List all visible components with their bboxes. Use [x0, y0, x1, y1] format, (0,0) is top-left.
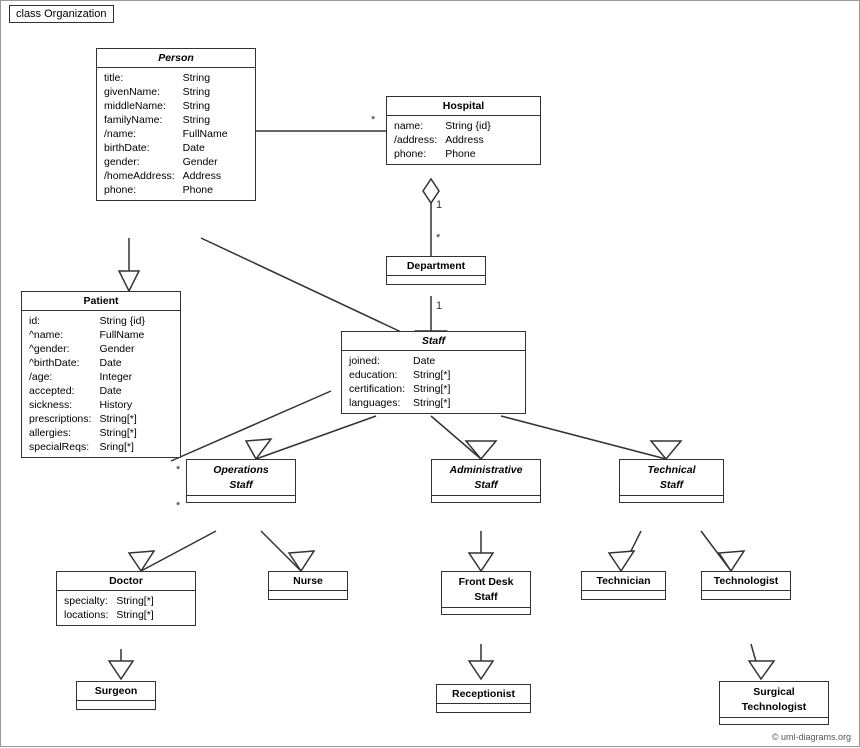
surgeon-header: Surgeon: [77, 682, 155, 701]
operations-staff-class: OperationsStaff: [186, 459, 296, 503]
technologist-class: Technologist: [701, 571, 791, 600]
administrative-staff-header: AdministrativeStaff: [432, 460, 540, 496]
doctor-body: specialty:String[*] locations:String[*]: [57, 591, 195, 625]
patient-body: id:String {id} ^name:FullName ^gender:Ge…: [22, 311, 180, 457]
patient-class: Patient id:String {id} ^name:FullName ^g…: [21, 291, 181, 458]
nurse-header: Nurse: [269, 572, 347, 591]
person-class: Person title:String givenName:String mid…: [96, 48, 256, 201]
doctor-header: Doctor: [57, 572, 195, 591]
technical-staff-class: TechnicalStaff: [619, 459, 724, 503]
department-header: Department: [387, 257, 485, 276]
front-desk-staff-class: Front DeskStaff: [441, 571, 531, 615]
person-body: title:String givenName:String middleName…: [97, 68, 255, 200]
svg-text:*: *: [176, 500, 181, 512]
hospital-class: Hospital name:String {id} /address:Addre…: [386, 96, 541, 165]
receptionist-header: Receptionist: [437, 685, 530, 704]
department-class: Department: [386, 256, 486, 285]
surgeon-class: Surgeon: [76, 681, 156, 710]
patient-header: Patient: [22, 292, 180, 311]
front-desk-staff-header: Front DeskStaff: [442, 572, 530, 608]
technician-header: Technician: [582, 572, 665, 591]
technologist-header: Technologist: [702, 572, 790, 591]
operations-staff-header: OperationsStaff: [187, 460, 295, 496]
administrative-staff-body: [432, 496, 540, 502]
doctor-class: Doctor specialty:String[*] locations:Str…: [56, 571, 196, 626]
diagram-container: class Organization * * 1 * 1 *: [0, 0, 860, 747]
surgical-technologist-class: SurgicalTechnologist: [719, 681, 829, 725]
svg-text:*: *: [436, 232, 441, 244]
staff-header: Staff: [342, 332, 525, 351]
hospital-body: name:String {id} /address:Address phone:…: [387, 116, 540, 164]
person-header: Person: [97, 49, 255, 68]
receptionist-body: [437, 704, 530, 712]
svg-text:1: 1: [436, 300, 442, 312]
front-desk-staff-body: [442, 608, 530, 614]
svg-text:1: 1: [436, 199, 442, 211]
department-body: [387, 276, 485, 284]
technician-class: Technician: [581, 571, 666, 600]
operations-staff-body: [187, 496, 295, 502]
technical-staff-header: TechnicalStaff: [620, 460, 723, 496]
svg-text:*: *: [176, 464, 181, 476]
technologist-body: [702, 591, 790, 599]
staff-body: joined:Date education:String[*] certific…: [342, 351, 525, 413]
copyright: © uml-diagrams.org: [772, 732, 851, 742]
surgeon-body: [77, 701, 155, 709]
surgical-technologist-body: [720, 718, 828, 724]
receptionist-class: Receptionist: [436, 684, 531, 713]
technician-body: [582, 591, 665, 599]
svg-text:*: *: [371, 114, 376, 126]
nurse-class: Nurse: [268, 571, 348, 600]
nurse-body: [269, 591, 347, 599]
surgical-technologist-header: SurgicalTechnologist: [720, 682, 828, 718]
technical-staff-body: [620, 496, 723, 502]
hospital-header: Hospital: [387, 97, 540, 116]
staff-class: Staff joined:Date education:String[*] ce…: [341, 331, 526, 414]
diagram-title: class Organization: [9, 5, 114, 23]
administrative-staff-class: AdministrativeStaff: [431, 459, 541, 503]
